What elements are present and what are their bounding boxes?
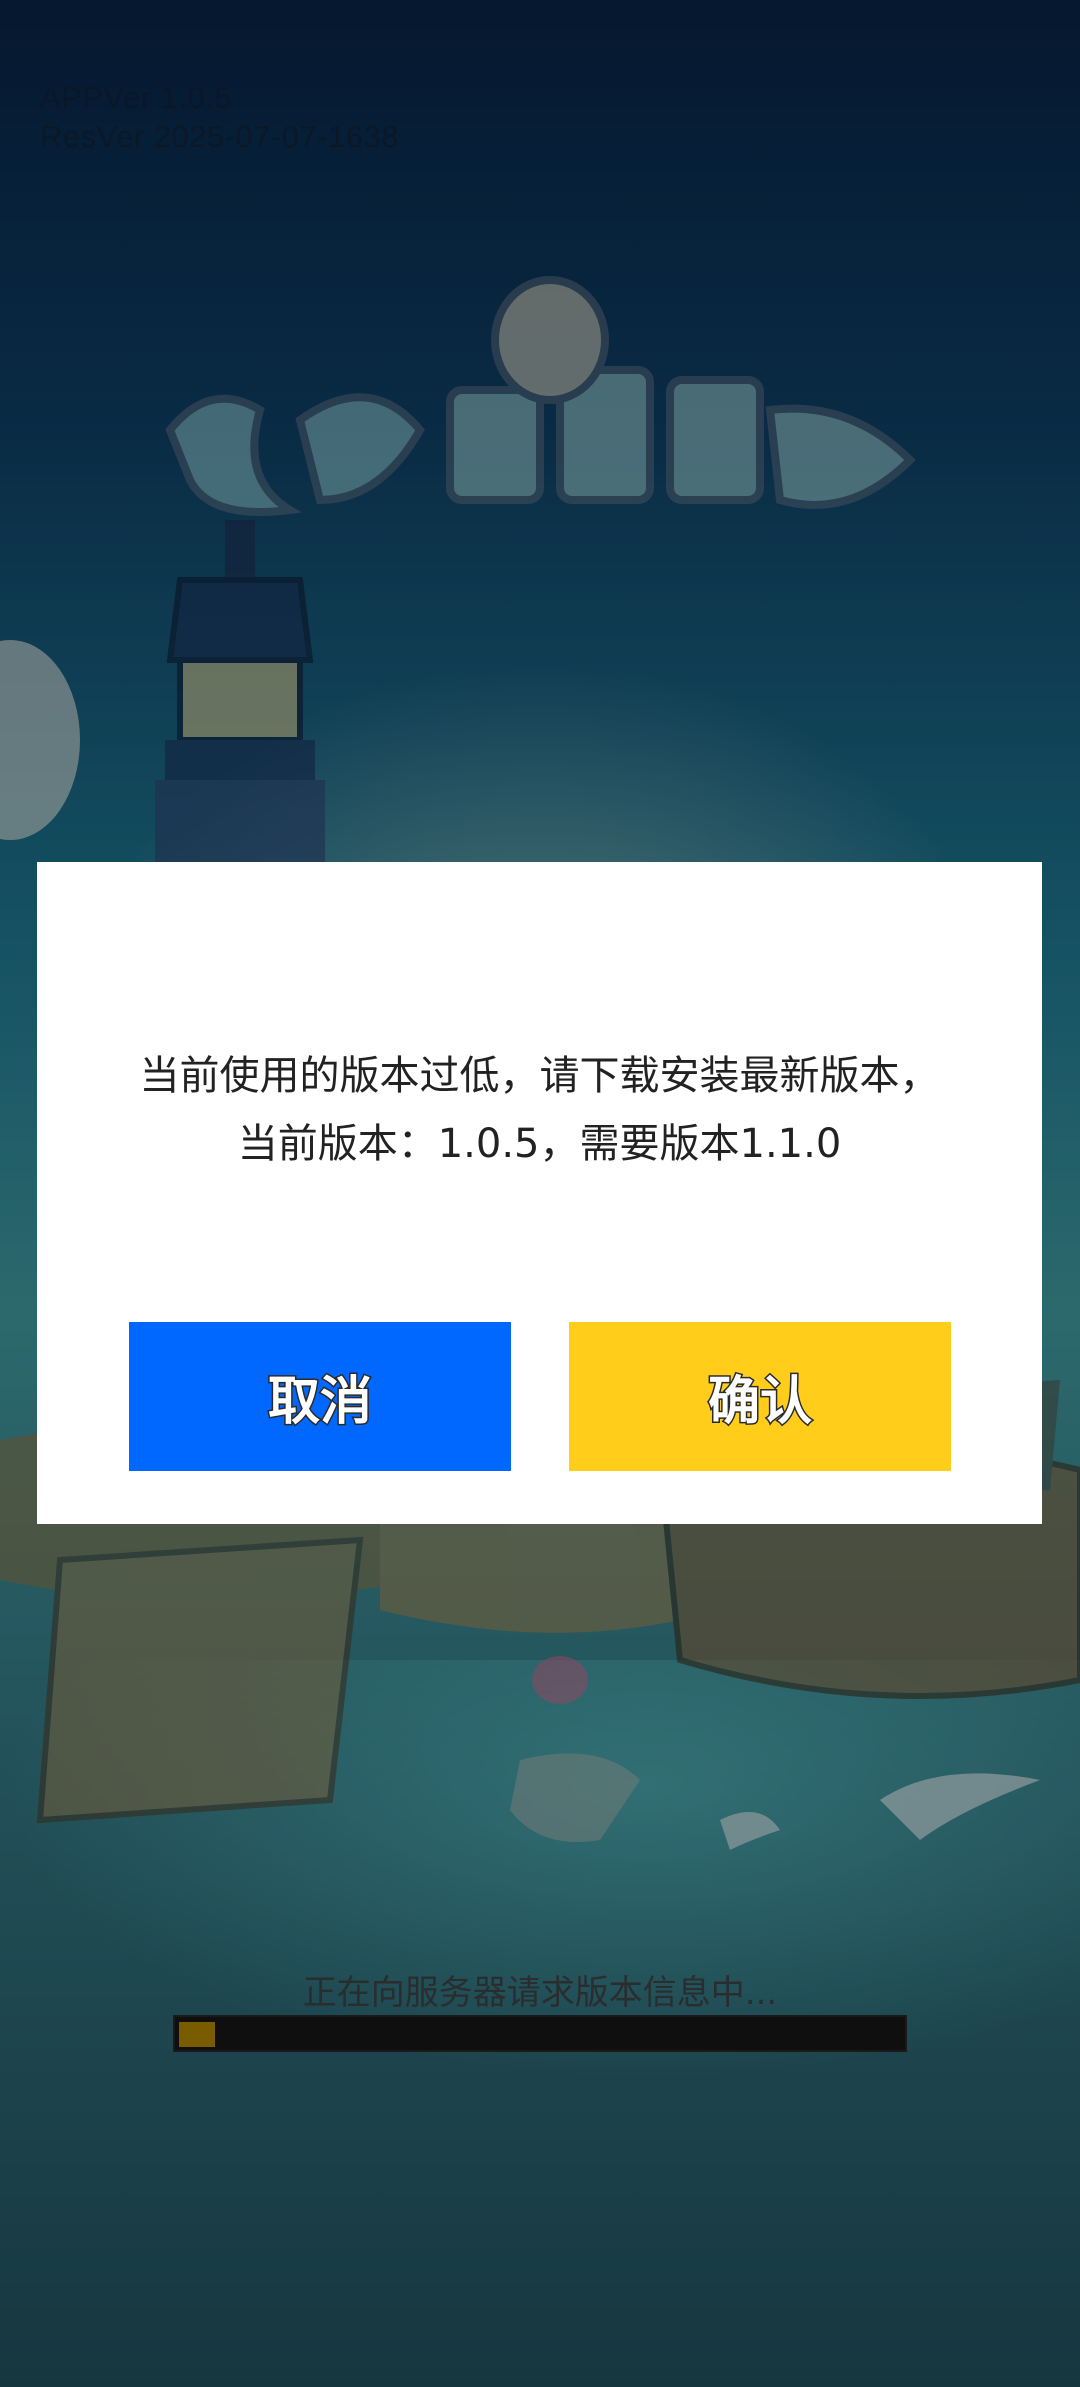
game-launcher-screen: APPVer 1.0.5 ResVer 2025-07-07-1638 当前使用…	[0, 0, 1080, 2387]
loading-status-text: 正在向服务器请求版本信息中...	[302, 1973, 778, 2013]
dialog-message-line-2: 当前版本：1.0.5，需要版本1.1.0	[237, 1121, 842, 1167]
loading-progress-fill	[179, 2022, 216, 2047]
loading-progress-bar	[173, 2015, 907, 2052]
dialog-message-line-1: 当前使用的版本过低，请下载安装最新版本，	[139, 1053, 940, 1099]
app-version-label: APPVer 1.0.5	[40, 80, 233, 115]
resource-version-label: ResVer 2025-07-07-1638	[40, 119, 400, 154]
dialog-message: 当前使用的版本过低，请下载安装最新版本， 当前版本：1.0.5，需要版本1.1.…	[37, 1042, 1042, 1178]
update-required-dialog: 当前使用的版本过低，请下载安装最新版本， 当前版本：1.0.5，需要版本1.1.…	[37, 862, 1042, 1524]
confirm-button[interactable]: 确认	[569, 1322, 951, 1471]
cancel-button[interactable]: 取消	[129, 1322, 511, 1471]
